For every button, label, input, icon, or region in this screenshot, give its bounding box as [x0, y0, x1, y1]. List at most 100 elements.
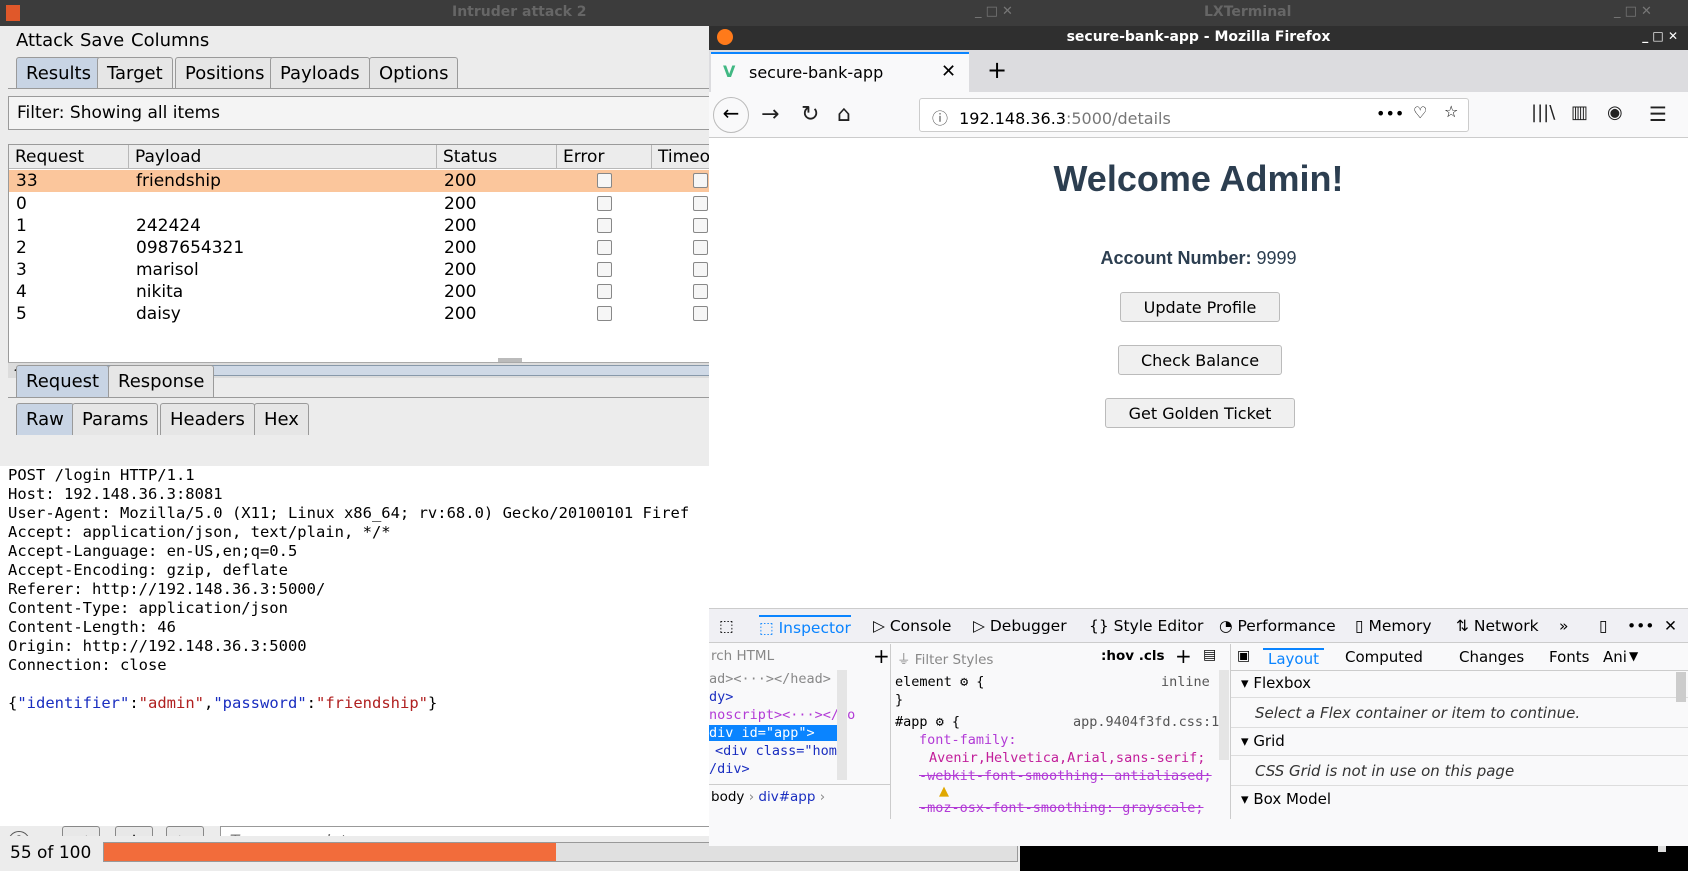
check-balance-button[interactable]: Check Balance: [1118, 345, 1282, 375]
tabs-dropdown-icon[interactable]: ▼: [1629, 649, 1638, 663]
sidebar-icon[interactable]: ▥: [1571, 102, 1588, 123]
tab-layout[interactable]: Layout: [1263, 648, 1324, 668]
value-font-family[interactable]: Avenir,Helvetica,Arial,sans-serif;: [929, 750, 1205, 766]
tab-debugger[interactable]: ▷ Debugger: [973, 617, 1067, 635]
update-profile-button[interactable]: Update Profile: [1120, 292, 1280, 322]
prop-font-family[interactable]: font-family:: [919, 732, 1017, 748]
table-row[interactable]: 1 242424 200: [9, 215, 709, 237]
table-row[interactable]: 0 200: [9, 193, 709, 215]
back-icon[interactable]: ←: [713, 97, 749, 133]
sidebar-toggle-icon[interactable]: ▣: [1237, 648, 1250, 664]
markup-scrollbar[interactable]: [837, 670, 847, 780]
responsive-mode-icon[interactable]: ▯: [1599, 617, 1608, 635]
tab-console[interactable]: ▷ Console: [873, 617, 951, 635]
timeout-checkbox[interactable]: [693, 306, 708, 321]
timeout-checkbox[interactable]: [693, 240, 708, 255]
tab-options[interactable]: Options: [369, 57, 459, 89]
raw-request-editor[interactable]: POST /login HTTP/1.1 Host: 192.148.36.3:…: [0, 466, 709, 826]
library-icon[interactable]: |||\: [1531, 102, 1555, 123]
layout-scrollbar[interactable]: [1676, 672, 1686, 702]
tree-node[interactable]: <div class="hom: [715, 743, 837, 759]
col-status[interactable]: Status: [437, 145, 557, 169]
hov-cls-toggle[interactable]: :hov .cls: [1101, 648, 1165, 664]
timeout-checkbox[interactable]: [693, 218, 708, 233]
tab-payloads[interactable]: Payloads: [270, 57, 370, 89]
error-checkbox[interactable]: [597, 240, 612, 255]
account-icon[interactable]: ◉: [1607, 102, 1623, 123]
forward-icon[interactable]: →: [761, 102, 779, 127]
tab-memory[interactable]: ▯ Memory: [1355, 617, 1432, 635]
error-checkbox[interactable]: [597, 218, 612, 233]
error-checkbox[interactable]: [597, 173, 612, 188]
add-node-icon[interactable]: +: [873, 644, 890, 668]
filter-styles-input[interactable]: ⏚ Filter Styles: [897, 648, 993, 668]
tab-raw[interactable]: Raw: [16, 403, 74, 435]
close-tab-icon[interactable]: ✕: [941, 61, 956, 82]
crumb-body[interactable]: body: [711, 789, 744, 805]
filter-bar[interactable]: Filter: Showing all items: [8, 96, 709, 130]
new-tab-icon[interactable]: +: [987, 56, 1007, 84]
add-rule-icon[interactable]: +: [1175, 644, 1192, 668]
split-handle[interactable]: [498, 358, 522, 362]
home-icon[interactable]: ⌂: [837, 102, 851, 127]
stylesheet-link[interactable]: app.9404f3fd.css:1: [1073, 714, 1219, 730]
tab-response[interactable]: Response: [108, 365, 215, 397]
col-payload[interactable]: Payload: [129, 145, 437, 169]
rules-scrollbar[interactable]: [1219, 670, 1229, 760]
col-request[interactable]: Request: [9, 145, 129, 169]
prop-moz-smoothing[interactable]: -moz-osx-font-smoothing: grayscale;: [919, 800, 1203, 816]
tab-network[interactable]: ⇅ Network: [1456, 617, 1539, 635]
tab-animations[interactable]: Ani: [1603, 648, 1627, 666]
prop-webkit-smoothing[interactable]: -webkit-font-smoothing: antialiased;: [919, 768, 1212, 784]
timeout-checkbox[interactable]: [693, 262, 708, 277]
tab-fonts[interactable]: Fonts: [1549, 648, 1589, 666]
tab-changes[interactable]: Changes: [1459, 648, 1524, 666]
menu-attack[interactable]: Attack: [16, 30, 73, 51]
reload-icon[interactable]: ↻: [801, 102, 819, 127]
tab-style-editor[interactable]: {} Style Editor: [1089, 617, 1203, 635]
tree-node-selected[interactable]: div id="app">: [709, 725, 837, 741]
col-timeout[interactable]: Timeou: [652, 145, 709, 169]
error-checkbox[interactable]: [597, 196, 612, 211]
close-devtools-icon[interactable]: ✕: [1664, 617, 1677, 635]
tab-hex[interactable]: Hex: [254, 403, 309, 435]
tab-computed[interactable]: Computed: [1345, 648, 1423, 666]
tree-node[interactable]: noscript><···></no: [709, 707, 855, 723]
tab-performance[interactable]: ◔ Performance: [1219, 617, 1336, 635]
burp-window-controls[interactable]: _ □ ✕: [975, 4, 1013, 19]
tab-results[interactable]: Results: [16, 57, 101, 89]
error-checkbox[interactable]: [597, 262, 612, 277]
page-actions-icon[interactable]: •••: [1376, 104, 1404, 123]
col-error[interactable]: Error: [557, 145, 652, 169]
firefox-window-controls[interactable]: _ □ ✕: [1642, 29, 1678, 43]
terminal-window-controls[interactable]: _ □ ✕: [1614, 4, 1652, 19]
browser-tab[interactable]: V secure-bank-app ✕: [711, 52, 969, 92]
error-checkbox[interactable]: [597, 306, 612, 321]
get-golden-ticket-button[interactable]: Get Golden Ticket: [1105, 398, 1295, 428]
more-tools-icon[interactable]: »: [1559, 617, 1568, 635]
pick-element-icon[interactable]: ⬚: [719, 617, 734, 635]
box-model-header[interactable]: ▾ Box Model: [1241, 790, 1331, 808]
tab-inspector[interactable]: ⬚ Inspector: [759, 615, 851, 637]
search-html-input[interactable]: rch HTML: [711, 648, 774, 664]
tab-headers[interactable]: Headers: [160, 403, 255, 435]
info-icon[interactable]: ⓘ: [932, 109, 948, 128]
tree-node[interactable]: dy>: [709, 689, 733, 705]
devtools-options-icon[interactable]: •••: [1627, 617, 1654, 635]
menu-save[interactable]: Save: [80, 30, 124, 51]
timeout-checkbox[interactable]: [693, 173, 708, 188]
print-media-icon[interactable]: ▤: [1203, 647, 1216, 663]
grid-header[interactable]: ▾ Grid: [1241, 732, 1285, 750]
tab-params[interactable]: Params: [72, 403, 159, 435]
pocket-icon[interactable]: ♡: [1413, 103, 1427, 122]
table-row[interactable]: 33 friendship 200: [9, 170, 709, 192]
table-row[interactable]: 3 marisol 200: [9, 259, 709, 281]
tree-node[interactable]: /div>: [709, 761, 750, 777]
tab-positions[interactable]: Positions: [175, 57, 275, 89]
tree-node[interactable]: ad><···></head>: [709, 671, 831, 687]
table-row[interactable]: 5 daisy 200: [9, 303, 709, 325]
timeout-checkbox[interactable]: [693, 284, 708, 299]
table-row[interactable]: 4 nikita 200: [9, 281, 709, 303]
menu-columns[interactable]: Columns: [131, 30, 209, 51]
flexbox-header[interactable]: ▾ Flexbox: [1241, 674, 1311, 692]
